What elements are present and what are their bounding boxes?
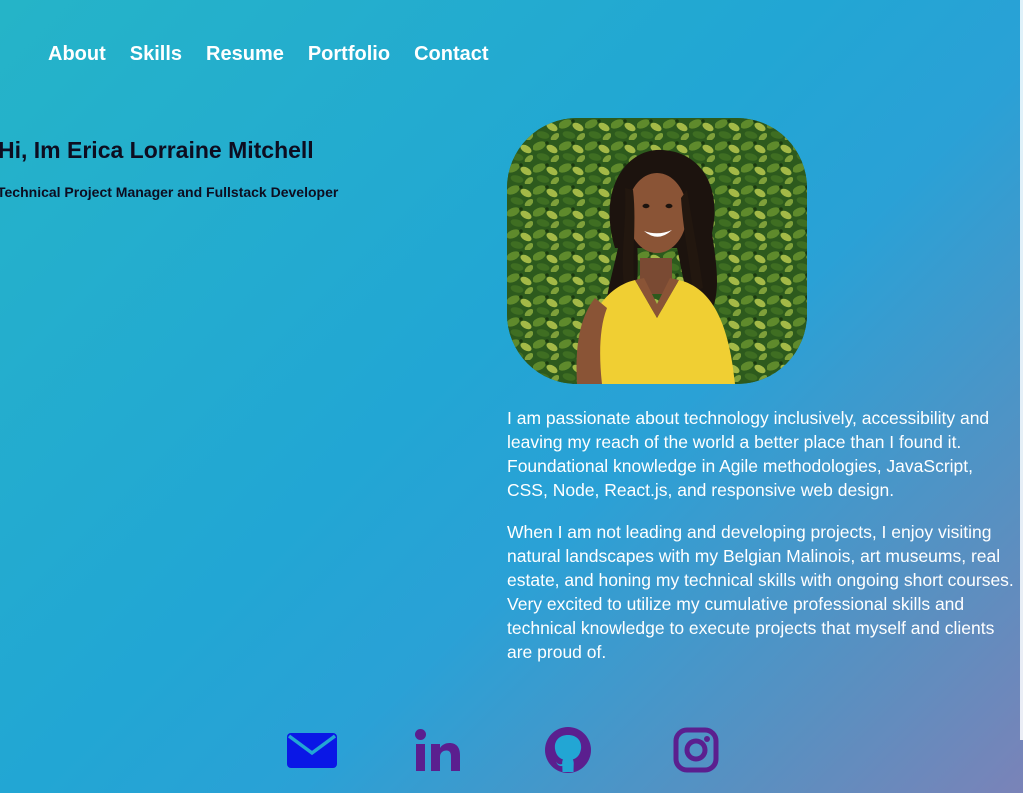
nav-portfolio-link[interactable]: Portfolio bbox=[308, 41, 390, 67]
hero-title: Hi, Im Erica Lorraine Mitchell bbox=[0, 137, 314, 163]
bio-paragraph: I am passionate about technology inclusi… bbox=[507, 408, 990, 500]
social-links bbox=[286, 722, 802, 778]
profile-photo bbox=[507, 118, 807, 384]
nav-skills-link[interactable]: Skills bbox=[130, 41, 182, 67]
nav-contact-link[interactable]: Contact bbox=[414, 41, 488, 67]
nav-resume-link[interactable]: Resume bbox=[206, 41, 284, 67]
linkedin-link[interactable] bbox=[415, 722, 544, 778]
linkedin-icon bbox=[415, 729, 460, 771]
hero-subtitle: Technical Project Manager and Fullstack … bbox=[0, 184, 339, 200]
github-link[interactable] bbox=[544, 722, 673, 778]
bio-paragraph: When I am not leading and developing pro… bbox=[507, 522, 1014, 662]
envelope-icon bbox=[287, 733, 337, 768]
email-link[interactable] bbox=[286, 722, 415, 778]
nav-about-link[interactable]: About bbox=[48, 41, 106, 67]
instagram-link[interactable] bbox=[673, 722, 802, 778]
instagram-icon bbox=[673, 727, 719, 773]
bio-section: I am passionate about technology inclusi… bbox=[507, 406, 1017, 682]
top-nav: About Skills Resume Portfolio Contact bbox=[48, 41, 489, 67]
github-icon bbox=[545, 727, 591, 773]
